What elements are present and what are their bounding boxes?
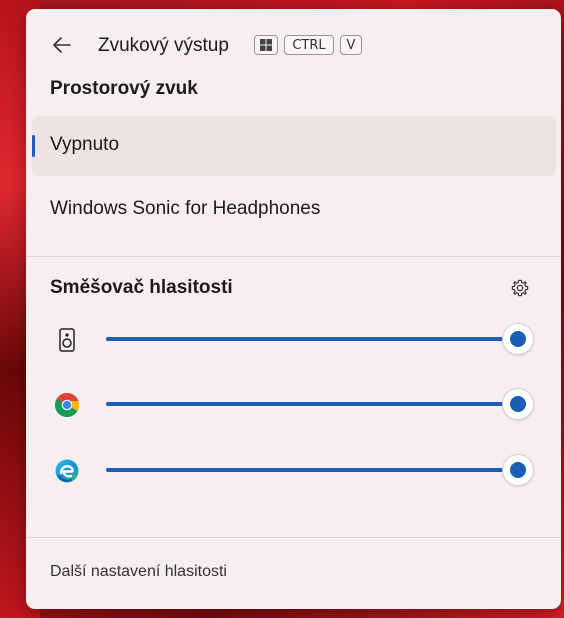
selection-indicator (32, 135, 35, 157)
sound-output-flyout: Zvukový výstup CTRL V Prostorový zvuk Vy… (26, 9, 561, 609)
slider-thumb-dot (510, 462, 526, 478)
windows-key-badge (254, 35, 278, 55)
flyout-header: Zvukový výstup CTRL V (26, 27, 561, 63)
spatial-option-off[interactable]: Vypnuto (32, 116, 556, 176)
slider-thumb[interactable] (502, 454, 534, 486)
spatial-option-label: Windows Sonic for Headphones (50, 198, 321, 219)
chrome-icon[interactable] (54, 392, 80, 418)
slider-thumb[interactable] (502, 388, 534, 420)
spatial-sound-heading: Prostorový zvuk (50, 78, 198, 99)
back-arrow-icon[interactable] (50, 33, 74, 57)
mixer-row-speaker (26, 319, 561, 359)
mixer-row-edge (26, 450, 561, 490)
volume-mixer-heading: Směšovač hlasitosti (50, 277, 233, 298)
speaker-icon[interactable] (54, 327, 80, 353)
volume-slider[interactable] (106, 450, 534, 490)
more-volume-settings-link[interactable]: Další nastavení hlasitosti (50, 563, 227, 581)
page-title: Zvukový výstup (98, 35, 229, 56)
gear-icon[interactable] (510, 278, 530, 298)
slider-thumb-dot (510, 331, 526, 347)
spatial-option-label: Vypnuto (50, 134, 120, 155)
divider (26, 537, 561, 538)
volume-slider[interactable] (106, 384, 534, 424)
divider (26, 256, 561, 257)
edge-icon[interactable] (54, 458, 80, 484)
slider-thumb-dot (510, 396, 526, 412)
ctrl-key-badge: CTRL (284, 35, 334, 55)
slider-track (106, 337, 518, 341)
slider-track (106, 402, 518, 406)
mixer-row-chrome (26, 384, 561, 424)
spatial-option-windows-sonic[interactable]: Windows Sonic for Headphones (32, 180, 556, 240)
volume-slider[interactable] (106, 319, 534, 359)
windows-logo-icon (260, 39, 272, 51)
v-key-badge: V (340, 35, 362, 55)
slider-thumb[interactable] (502, 323, 534, 355)
slider-track (106, 468, 518, 472)
